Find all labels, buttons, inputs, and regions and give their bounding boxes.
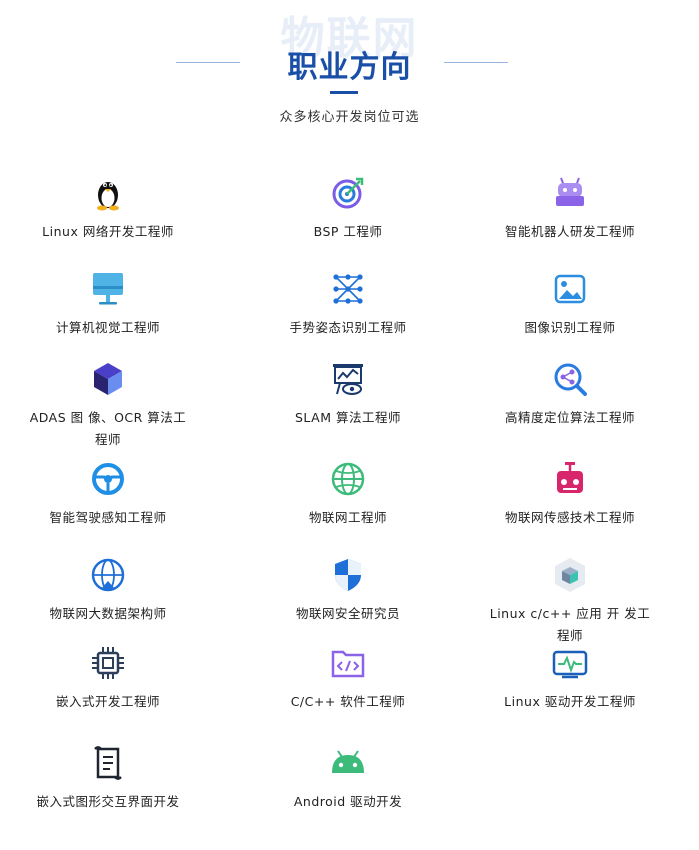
- career-label: 嵌入式开发工程师: [55, 694, 160, 709]
- career-label: 计算机视觉工程师: [55, 320, 160, 335]
- career-label: Linux 网络开发工程师: [42, 224, 174, 239]
- target-icon: [332, 177, 364, 209]
- presentation-eye-icon: [333, 364, 363, 395]
- career-item: 物联网传感技术工程师: [470, 459, 670, 529]
- career-label: 智能机器人研发工程师: [504, 224, 635, 239]
- career-label: ADAS 图 像、OCR 算法工程师: [29, 410, 187, 447]
- career-item: ADAS 图 像、OCR 算法工程师: [8, 359, 208, 451]
- career-item: 图像识别工程师: [470, 269, 670, 339]
- career-label: 智能驾驶感知工程师: [49, 510, 167, 525]
- career-item: Linux 驱动开发工程师: [470, 643, 670, 713]
- career-item: 物联网安全研究员: [248, 555, 448, 625]
- steering-wheel-icon: [92, 463, 124, 495]
- title-underline: [330, 91, 358, 94]
- career-item: 智能驾驶感知工程师: [8, 459, 208, 529]
- career-label: Linux 驱动开发工程师: [504, 694, 636, 709]
- scroll-icon: [94, 746, 122, 780]
- career-item: 手势姿态识别工程师: [248, 269, 448, 339]
- career-item: 智能机器人研发工程师: [470, 173, 670, 243]
- career-item: C/C++ 软件工程师: [248, 643, 448, 713]
- career-label: 手势姿态识别工程师: [289, 320, 407, 335]
- career-item: 嵌入式图形交互界面开发: [8, 743, 208, 813]
- page-title: 职业方向: [287, 50, 412, 85]
- android-icon: [332, 750, 364, 773]
- career-item: 物联网大数据架构师: [8, 555, 208, 625]
- career-label: 嵌入式图形交互界面开发: [36, 794, 180, 809]
- pulse-board-icon: [552, 650, 588, 679]
- career-label: 物联网工程师: [308, 510, 387, 525]
- career-item: 物联网工程师: [248, 459, 448, 529]
- header: 物联网 职业方向 众多核心开发岗位可选: [0, 0, 699, 140]
- career-item: 嵌入式开发工程师: [8, 643, 208, 713]
- network-nodes-icon: [333, 274, 363, 304]
- globe-icon: [331, 462, 365, 496]
- career-item: Linux c/c++ 应用 开 发工程师: [470, 555, 670, 647]
- career-label: 物联网大数据架构师: [49, 606, 167, 621]
- career-label: BSP 工程师: [313, 224, 383, 239]
- career-label: 高精度定位算法工程师: [504, 410, 635, 425]
- page-subtitle: 众多核心开发岗位可选: [279, 110, 420, 125]
- career-item: Android 驱动开发: [248, 743, 448, 813]
- penguin-icon: [97, 182, 119, 211]
- sensor-icon: [557, 462, 583, 493]
- hexagon-cube-icon: [555, 558, 585, 592]
- career-item: 高精度定位算法工程师: [470, 359, 670, 429]
- career-label: Android 驱动开发: [293, 794, 403, 809]
- shield-icon: [335, 559, 361, 591]
- chip-icon: [92, 647, 124, 679]
- career-label: SLAM 算法工程师: [295, 410, 401, 425]
- image-icon: [554, 274, 586, 304]
- career-item: Linux 网络开发工程师: [8, 173, 208, 243]
- career-item: BSP 工程师: [248, 173, 448, 243]
- career-label: C/C++ 软件工程师: [290, 694, 406, 709]
- robot-icon: [556, 177, 584, 206]
- career-item: 计算机视觉工程师: [8, 269, 208, 339]
- career-label: Linux c/c++ 应用 开 发工程师: [489, 606, 651, 643]
- magnifier-share-icon: [554, 363, 587, 396]
- career-label: 图像识别工程师: [524, 320, 616, 335]
- monitor-icon: [93, 273, 123, 305]
- career-item: SLAM 算法工程师: [248, 359, 448, 429]
- cube-icon: [94, 363, 122, 395]
- code-folder-icon: [331, 650, 365, 678]
- career-label: 物联网传感技术工程师: [504, 510, 635, 525]
- cloud-globe-icon: [91, 558, 125, 592]
- career-label: 物联网安全研究员: [295, 606, 400, 621]
